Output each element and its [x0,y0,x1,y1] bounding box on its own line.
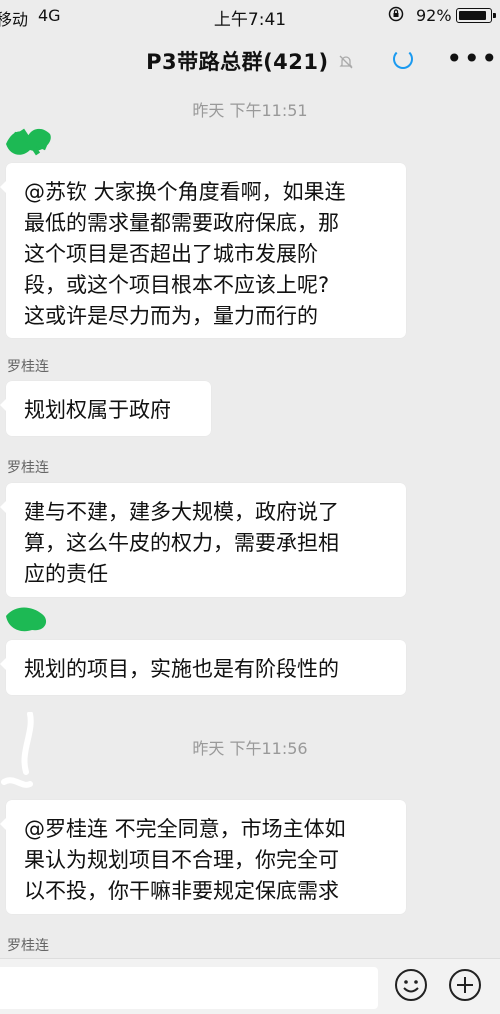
message-line: 以不投，你干嘛非要规定保底需求 [24,879,339,903]
loading-ring-icon [393,49,413,69]
battery-percent: 92% [416,6,452,25]
message-bubble[interactable]: 规划权属于政府 [0,381,211,436]
message-line: 最低的需求量都需要政府保底，那 [24,211,339,235]
chat-title-wrap: P3带路总群(421) [0,46,500,76]
redaction-scribble [6,128,51,156]
redaction-scribble [6,607,47,632]
message-line: 这或许是尽力而为，量力而行的 [24,304,318,328]
message-bubble[interactable]: @苏钦 大家换个角度看啊，如果连 最低的需求量都需要政府保底，那 这个项目是否超… [0,163,406,338]
rotation-lock-icon [388,6,404,26]
chat-title[interactable]: P3带路总群(421) [146,50,329,74]
message-line: 规划权属于政府 [24,398,171,422]
message-bubble[interactable]: 规划的项目，实施也是有阶段性的 [0,640,406,695]
message-input[interactable] [0,967,378,1009]
status-bar: 移动 4G 上午7:41 92% [0,0,500,30]
message-line: @苏钦 大家换个角度看啊，如果连 [24,180,346,204]
more-dots-icon[interactable]: ••• [446,42,499,75]
timestamp: 昨天 下午11:51 [192,101,308,120]
message-line: 算，这么牛皮的权力，需要承担相 [24,531,339,555]
emoji-icon[interactable] [394,968,428,1002]
plus-circle-icon[interactable] [448,968,482,1002]
battery-icon [456,8,496,23]
message-line: 段，或这个项目根本不应该上呢? [24,273,330,297]
chat-header: P3带路总群(421) ••• [0,30,500,88]
timestamp: 昨天 下午11:56 [192,739,308,758]
message-line: 果认为规划项目不合理，你完全可 [24,848,339,872]
sender-name[interactable]: 罗桂连 [7,935,49,955]
message-bubble[interactable]: @罗桂连 不完全同意，市场主体如 果认为规划项目不合理，你完全可 以不投，你干嘛… [0,800,406,914]
sender-name[interactable]: 罗桂连 [7,457,49,477]
sender-name[interactable]: 罗桂连 [7,356,49,376]
message-line: 建与不建，建多大规模，政府说了 [24,500,339,524]
message-line: 规划的项目，实施也是有阶段性的 [24,657,339,681]
message-line: @罗桂连 不完全同意，市场主体如 [24,817,346,841]
message-bubble[interactable]: 建与不建，建多大规模，政府说了 算，这么牛皮的权力，需要承担相 应的责任 [0,483,406,597]
message-line: 这个项目是否超出了城市发展阶 [24,242,318,266]
message-line: 应的责任 [24,562,108,586]
input-bar [0,958,500,1014]
bell-off-icon [333,55,354,73]
